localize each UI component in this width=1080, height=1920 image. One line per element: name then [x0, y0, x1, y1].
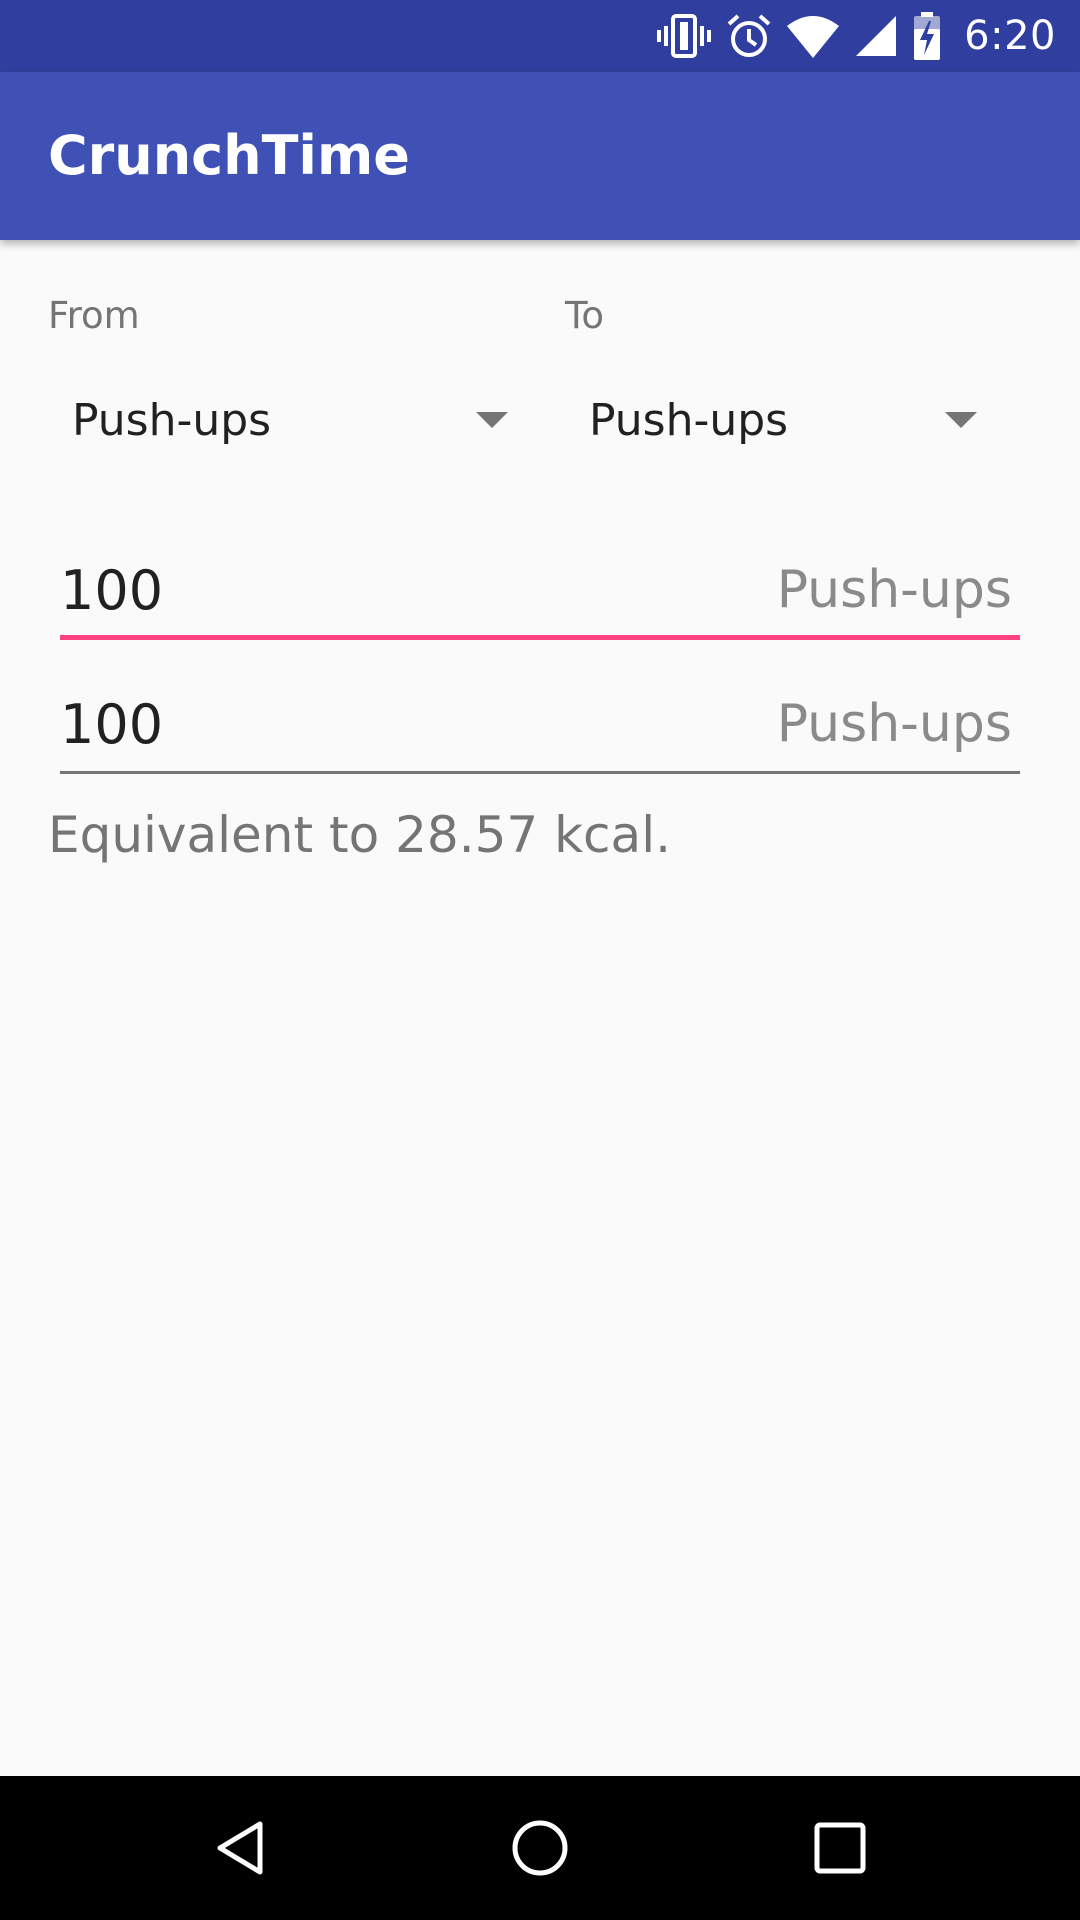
status-icons: 6:20 — [656, 0, 1056, 72]
to-exercise-spinner[interactable]: Push-ups — [565, 380, 985, 460]
from-label: From — [48, 294, 140, 337]
input-amount-field[interactable]: 100 Push-ups — [60, 540, 1020, 640]
input-unit-hint: Push-ups — [776, 560, 1012, 620]
input-focus-underline — [60, 635, 1020, 640]
navigation-bar — [0, 1776, 1080, 1920]
home-icon[interactable] — [510, 1818, 570, 1878]
status-bar: 6:20 — [0, 0, 1080, 72]
battery-charging-icon — [912, 11, 942, 61]
status-time: 6:20 — [964, 13, 1056, 59]
calorie-result-text: Equivalent to 28.57 kcal. — [48, 806, 671, 864]
from-exercise-value: Push-ups — [72, 394, 272, 446]
input-amount-value: 100 — [60, 559, 164, 622]
converter-content: From To Push-ups Push-ups 100 Push-ups 1… — [0, 240, 1080, 1776]
from-exercise-spinner[interactable]: Push-ups — [48, 380, 518, 460]
app-bar: CrunchTime — [0, 72, 1080, 240]
alarm-icon — [726, 12, 772, 60]
from-dropdown-arrow-icon — [476, 412, 508, 428]
to-exercise-value: Push-ups — [589, 394, 789, 446]
output-unit-hint: Push-ups — [776, 694, 1012, 754]
to-label: To — [565, 294, 604, 337]
output-amount-value: 100 — [60, 693, 164, 756]
to-dropdown-arrow-icon — [945, 412, 977, 428]
back-icon[interactable] — [210, 1818, 270, 1878]
recents-icon[interactable] — [810, 1818, 870, 1878]
output-underline — [60, 771, 1020, 774]
app-title: CrunchTime — [48, 124, 410, 187]
output-amount-field[interactable]: 100 Push-ups — [60, 674, 1020, 774]
wifi-icon — [786, 14, 840, 58]
cell-signal-icon — [854, 14, 898, 58]
vibrate-icon — [656, 12, 712, 60]
